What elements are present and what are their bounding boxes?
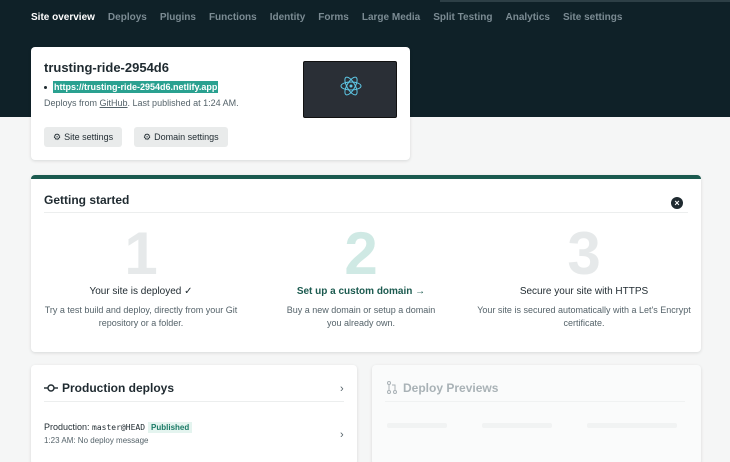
pull-request-icon [387, 381, 397, 394]
deploy-branch: master@HEAD [92, 423, 146, 432]
site-url-row: https://trusting-ride-2954d6.netlify.app [44, 81, 219, 93]
nav-split-testing[interactable]: Split Testing [433, 12, 492, 26]
step-title: Secure your site with HTTPS [519, 286, 649, 297]
step-custom-domain: 2 Set up a custom domain → Buy a new dom… [251, 223, 471, 330]
nav-site-settings[interactable]: Site settings [563, 12, 622, 26]
last-published-text: . Last published at 1:24 AM. [127, 98, 239, 108]
step-deployed: 1 Your site is deployed ✓ Try a test bui… [31, 223, 251, 330]
nav-identity[interactable]: Identity [270, 12, 306, 26]
deploy-row[interactable]: Production: master@HEAD Published [44, 422, 193, 433]
placeholder-line [587, 423, 677, 428]
production-deploys-card: Production deploys › Production: master@… [31, 365, 357, 462]
site-settings-button[interactable]: ⚙ Site settings [44, 127, 123, 147]
site-nav: Site overview Deploys Plugins Functions … [31, 12, 635, 26]
gear-icon: ⚙ [53, 131, 62, 142]
site-settings-label: Site settings [64, 132, 114, 142]
site-name: trusting-ride-2954d6 [44, 60, 169, 75]
divider [44, 401, 344, 402]
step-description: Your site is secured automatically with … [477, 305, 691, 328]
site-summary-card: trusting-ride-2954d6 https://trusting-ri… [31, 47, 410, 160]
nav-plugins[interactable]: Plugins [160, 12, 196, 26]
getting-started-card: Getting started × 1 Your site is deploye… [31, 175, 701, 352]
step-description: Try a test build and deploy, directly fr… [44, 305, 238, 328]
deploy-time-message: 1:23 AM: No deploy message [44, 436, 149, 445]
step-description: Buy a new domain or setup a domain you a… [286, 305, 436, 328]
nav-site-overview[interactable]: Site overview [31, 12, 95, 26]
divider [385, 401, 685, 402]
nav-forms[interactable]: Forms [318, 12, 349, 26]
bullet-dot [44, 85, 47, 89]
site-preview-thumbnail[interactable] [303, 61, 397, 118]
step-number: 2 [344, 220, 378, 287]
chevron-right-icon[interactable]: › [340, 383, 344, 395]
deploy-source-info: Deploys from GitHub. Last published at 1… [44, 98, 239, 108]
nav-large-media[interactable]: Large Media [362, 12, 420, 26]
deploy-previews-title: Deploy Previews [403, 381, 499, 395]
deploys-from-text: Deploys from [44, 98, 100, 108]
commit-icon [44, 384, 58, 392]
nav-analytics[interactable]: Analytics [505, 12, 549, 26]
step-title: Your site is deployed ✓ [89, 286, 193, 297]
divider [44, 212, 688, 213]
close-icon[interactable]: × [671, 197, 683, 209]
react-logo-icon [340, 76, 362, 96]
nav-functions[interactable]: Functions [209, 12, 257, 26]
domain-settings-button[interactable]: ⚙ Domain settings [134, 127, 228, 147]
step-number: 1 [124, 220, 158, 287]
set-up-custom-domain-link[interactable]: Set up a custom domain → [251, 286, 471, 297]
site-url-link[interactable]: https://trusting-ride-2954d6.netlify.app [53, 81, 219, 93]
gear-icon: ⚙ [143, 131, 152, 142]
domain-settings-label: Domain settings [154, 132, 219, 142]
deploy-previews-card: Deploy Previews [372, 365, 701, 462]
step-https: 3 Secure your site with HTTPS Your site … [474, 223, 694, 330]
chevron-right-icon[interactable]: › [340, 429, 344, 441]
deploy-context: Production: [44, 422, 93, 432]
header-top-line [440, 0, 730, 2]
github-link[interactable]: GitHub [100, 98, 128, 108]
getting-started-title: Getting started [44, 193, 130, 207]
placeholder-line [387, 423, 447, 428]
placeholder-line [482, 423, 552, 428]
nav-deploys[interactable]: Deploys [108, 12, 147, 26]
production-deploys-title: Production deploys [62, 381, 175, 395]
step-number: 3 [567, 220, 601, 287]
status-badge: Published [148, 422, 193, 433]
